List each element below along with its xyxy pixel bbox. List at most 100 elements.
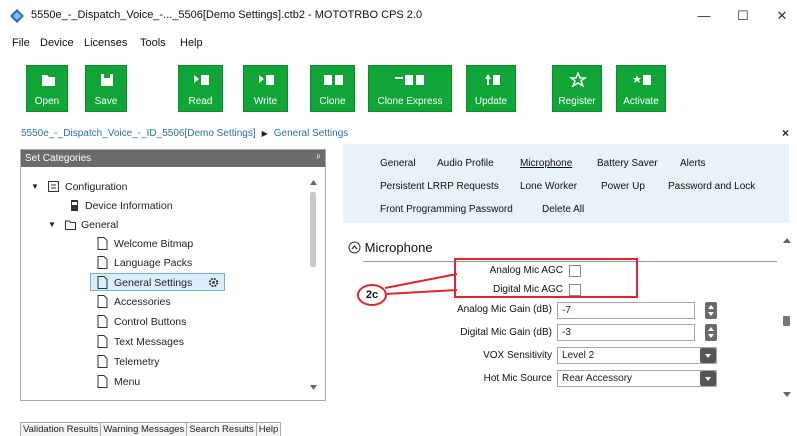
scroll-down-icon[interactable] (310, 385, 317, 391)
breadcrumb-root-link[interactable]: 5550e_-_Dispatch_Voice_-_ID_5506[Demo Se… (21, 128, 256, 139)
tree-item-telemetry[interactable]: Telemetry (31, 353, 301, 371)
menu-file[interactable]: File (12, 37, 30, 49)
page-icon (97, 276, 108, 289)
clone-label: Clone (319, 96, 346, 107)
maximize-button[interactable]: ☐ (728, 4, 758, 28)
tab-persistent-lrrp-requests[interactable]: Persistent LRRP Requests (380, 181, 499, 192)
read-icon (194, 75, 209, 85)
menu-bar: File Device Licenses Tools Help (0, 31, 797, 55)
tree-item-accessories[interactable]: Accessories (31, 293, 301, 311)
tab-search-results[interactable]: Search Results (186, 422, 257, 436)
menu-licenses[interactable]: Licenses (84, 37, 127, 49)
tab-lone-worker[interactable]: Lone Worker (520, 181, 577, 192)
chevron-down-icon[interactable] (700, 371, 716, 386)
tree-item-device-information[interactable]: Device Information (31, 197, 301, 215)
hot-mic-source-select[interactable]: Rear Accessory (557, 370, 717, 387)
analog-mic-gain-label: Analog Mic Gain (dB) (456, 304, 552, 315)
clone-icon (324, 75, 343, 85)
clone-button[interactable]: Clone (310, 65, 355, 112)
step-callout-badge: 2c (357, 284, 387, 306)
tree-item-general-settings[interactable]: General Settings (90, 273, 225, 291)
toolbar: Open Save Read Write Clone Clone Express… (0, 55, 797, 122)
vox-sensitivity-select[interactable]: Level 2 (557, 347, 717, 364)
tab-front-programming-password[interactable]: Front Programming Password (380, 204, 513, 215)
gear-icon[interactable] (208, 276, 219, 289)
update-button[interactable]: Update (466, 65, 516, 112)
update-label: Update (474, 96, 508, 107)
set-categories-panel: Set Categories ᵖ ▼ Configuration Device … (20, 149, 326, 401)
scroll-up-icon[interactable] (310, 180, 317, 186)
tree-item-configuration[interactable]: ▼ Configuration (31, 178, 301, 196)
analog-mic-gain-input[interactable]: -7 (557, 302, 695, 319)
collapse-arrow-icon[interactable]: ▼ (48, 220, 56, 229)
tab-general[interactable]: General (380, 158, 416, 169)
activate-button[interactable]: Activate (616, 65, 666, 112)
tree-item-text-messages[interactable]: Text Messages (31, 333, 301, 351)
vox-sensitivity-label: VOX Sensitivity (483, 350, 552, 361)
tree-item-control-buttons[interactable]: Control Buttons (31, 313, 301, 331)
star-icon (568, 72, 588, 88)
section-title: Microphone (364, 240, 433, 255)
tree-item-general[interactable]: ▼ General (31, 216, 301, 234)
tree-item-language-packs[interactable]: Language Packs (31, 254, 301, 272)
highlight-box (454, 258, 638, 298)
tab-warning-messages[interactable]: Warning Messages (100, 422, 188, 436)
write-button[interactable]: Write (243, 65, 288, 112)
breadcrumb-separator-icon: ▶ (261, 129, 268, 138)
content-scrollbar[interactable] (781, 232, 793, 404)
read-label: Read (188, 96, 213, 107)
page-icon (97, 237, 108, 250)
menu-tools[interactable]: Tools (140, 37, 166, 49)
menu-help[interactable]: Help (180, 37, 203, 49)
folder-icon (42, 75, 55, 86)
save-icon (101, 74, 113, 86)
digital-mic-gain-input[interactable]: -3 (557, 324, 695, 341)
tab-audio-profile[interactable]: Audio Profile (437, 158, 494, 169)
tree-scrollbar[interactable] (309, 180, 317, 395)
digital-mic-gain-label: Digital Mic Gain (dB) (460, 327, 552, 338)
tab-help[interactable]: Help (255, 422, 282, 436)
tab-power-up[interactable]: Power Up (601, 181, 645, 192)
close-tab-icon[interactable]: × (782, 126, 789, 140)
tab-battery-saver[interactable]: Battery Saver (597, 158, 658, 169)
page-icon (97, 256, 108, 269)
register-button[interactable]: Register (552, 65, 602, 112)
tab-password-and-lock[interactable]: Password and Lock (668, 181, 755, 192)
analog-mic-gain-stepper[interactable] (705, 302, 717, 319)
open-button[interactable]: Open (26, 65, 68, 112)
microphone-section-header[interactable]: Microphone (348, 240, 433, 255)
page-icon (97, 375, 108, 388)
page-icon (97, 315, 108, 328)
read-button[interactable]: Read (178, 65, 223, 112)
callout-pointer (385, 273, 458, 295)
tab-microphone[interactable]: Microphone (520, 158, 572, 169)
title-bar: 5550e_-_Dispatch_Voice_-..._5506[Demo Se… (0, 0, 797, 31)
tree-label: General (81, 219, 119, 231)
chevron-down-icon[interactable] (700, 348, 716, 363)
scroll-up-icon[interactable] (783, 238, 791, 244)
tree-item-welcome-bitmap[interactable]: Welcome Bitmap (31, 235, 301, 253)
breadcrumb-current-link[interactable]: General Settings (274, 128, 349, 139)
tree-label: Configuration (65, 181, 128, 193)
close-window-button[interactable]: ✕ (767, 4, 797, 28)
scroll-down-icon[interactable] (783, 392, 791, 398)
collapse-circle-icon[interactable] (348, 241, 361, 254)
menu-device[interactable]: Device (40, 37, 74, 49)
save-button[interactable]: Save (85, 65, 127, 112)
tab-validation-results[interactable]: Validation Results (20, 422, 102, 436)
tree-label: Text Messages (114, 336, 185, 348)
tree-label: Telemetry (114, 356, 160, 368)
configuration-icon (48, 181, 59, 192)
tree-item-menu[interactable]: Menu (31, 373, 301, 391)
collapse-arrow-icon[interactable]: ▼ (31, 182, 39, 191)
tree-label: Menu (114, 376, 141, 388)
page-icon (97, 335, 108, 348)
clone-express-button[interactable]: Clone Express (368, 65, 452, 112)
scrollbar-thumb[interactable] (310, 192, 316, 267)
tab-delete-all[interactable]: Delete All (542, 204, 584, 215)
pin-icon[interactable]: ᵖ (317, 152, 320, 162)
tab-alerts[interactable]: Alerts (680, 158, 706, 169)
minimize-button[interactable]: — (689, 4, 719, 28)
scrollbar-thumb[interactable] (783, 316, 790, 326)
digital-mic-gain-stepper[interactable] (705, 324, 717, 341)
